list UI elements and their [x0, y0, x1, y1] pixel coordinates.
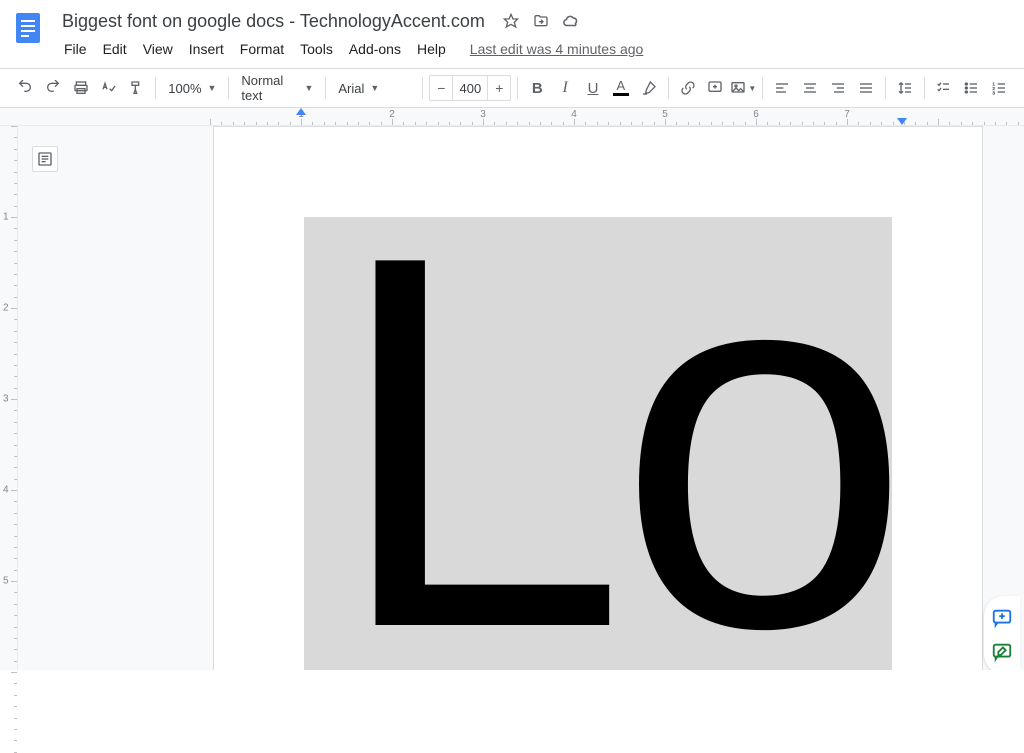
toolbar-separator [924, 77, 925, 99]
text-color-button[interactable]: A [608, 74, 634, 102]
italic-button[interactable]: I [552, 74, 578, 102]
menu-insert[interactable]: Insert [181, 37, 232, 61]
insert-image-button[interactable]: ▼ [730, 74, 756, 102]
text-color-bar [613, 93, 629, 96]
add-comment-float-button[interactable] [988, 604, 1016, 632]
text-color-letter: A [617, 80, 626, 92]
ruler-number: 4 [571, 109, 577, 120]
spellcheck-button[interactable] [96, 74, 122, 102]
menu-format[interactable]: Format [232, 37, 292, 61]
font-size-input[interactable] [452, 76, 488, 100]
vruler-number: 5 [3, 576, 9, 587]
redo-button[interactable] [40, 74, 66, 102]
vertical-ruler[interactable]: 1 2 3 4 5 [0, 126, 18, 670]
highlight-button[interactable] [636, 74, 662, 102]
style-value: Normal text [241, 73, 298, 103]
title-row: Biggest font on google docs - Technology… [56, 8, 1016, 34]
font-size-increase-button[interactable]: + [488, 76, 510, 100]
last-edit-link[interactable]: Last edit was 4 minutes ago [470, 41, 644, 57]
font-size-control: − + [429, 75, 511, 101]
ruler-number: 2 [389, 109, 395, 120]
bold-button[interactable]: B [524, 74, 550, 102]
toolbar-separator [885, 77, 886, 99]
bulleted-list-button[interactable] [958, 74, 984, 102]
underline-button[interactable]: U [580, 74, 606, 102]
horizontal-ruler[interactable]: 1234567 [0, 108, 1024, 126]
document-page[interactable]: Lo [213, 126, 983, 670]
canvas-area: Lo [18, 126, 1024, 670]
toolbar: 100%▼ Normal text▼ Arial▼ − + B I U A ▼ … [0, 68, 1024, 108]
cloud-status-icon[interactable] [561, 11, 581, 31]
ruler-number: 3 [480, 109, 486, 120]
print-button[interactable] [68, 74, 94, 102]
caret-down-icon: ▼ [748, 84, 756, 93]
menu-view[interactable]: View [135, 37, 181, 61]
docs-logo-icon[interactable] [8, 8, 48, 48]
app-header: Biggest font on google docs - Technology… [0, 0, 1024, 62]
toolbar-separator [422, 77, 423, 99]
vruler-number: 2 [3, 303, 9, 314]
workspace: 1 2 3 4 5 Lo [0, 126, 1024, 670]
document-outline-button[interactable] [32, 146, 58, 172]
caret-down-icon: ▼ [208, 83, 217, 93]
checklist-button[interactable] [930, 74, 956, 102]
header-main: Biggest font on google docs - Technology… [56, 8, 1016, 62]
line-spacing-button[interactable] [892, 74, 918, 102]
numbered-list-button[interactable]: 123 [986, 74, 1012, 102]
ruler-number: 6 [753, 109, 759, 120]
menu-file[interactable]: File [56, 37, 95, 61]
svg-text:3: 3 [992, 91, 995, 96]
move-folder-icon[interactable] [531, 11, 551, 31]
vruler-number: 3 [3, 394, 9, 405]
align-left-button[interactable] [769, 74, 795, 102]
zoom-value: 100% [168, 81, 201, 96]
toolbar-separator [228, 77, 229, 99]
align-center-button[interactable] [797, 74, 823, 102]
paint-format-button[interactable] [124, 74, 150, 102]
menu-addons[interactable]: Add-ons [341, 37, 409, 61]
page-content[interactable]: Lo [304, 217, 892, 670]
menu-help[interactable]: Help [409, 37, 454, 61]
toolbar-separator [762, 77, 763, 99]
insert-comment-button[interactable] [702, 74, 728, 102]
side-float-controls [984, 596, 1020, 670]
font-select[interactable]: Arial ▼ [332, 75, 416, 101]
insert-link-button[interactable] [675, 74, 701, 102]
ruler-number: 7 [844, 109, 850, 120]
toolbar-separator [155, 77, 156, 99]
vruler-number: 4 [3, 485, 9, 496]
align-right-button[interactable] [825, 74, 851, 102]
paragraph-style-select[interactable]: Normal text ▼ [235, 75, 319, 101]
menu-edit[interactable]: Edit [95, 37, 135, 61]
caret-down-icon: ▼ [370, 83, 379, 93]
menu-bar: File Edit View Insert Format Tools Add-o… [56, 36, 1016, 62]
zoom-select[interactable]: 100% ▼ [162, 75, 222, 101]
menu-tools[interactable]: Tools [292, 37, 341, 61]
star-icon[interactable] [501, 11, 521, 31]
toolbar-separator [668, 77, 669, 99]
caret-down-icon: ▼ [305, 83, 314, 93]
font-size-decrease-button[interactable]: − [430, 76, 452, 100]
ruler-number: 5 [662, 109, 668, 120]
toolbar-separator [325, 77, 326, 99]
page-text[interactable]: Lo [332, 217, 892, 670]
vruler-number: 1 [3, 212, 9, 223]
suggest-edits-float-button[interactable] [988, 638, 1016, 666]
toolbar-separator [517, 77, 518, 99]
align-justify-button[interactable] [853, 74, 879, 102]
undo-button[interactable] [12, 74, 38, 102]
document-title[interactable]: Biggest font on google docs - Technology… [56, 9, 491, 34]
font-value: Arial [338, 81, 364, 96]
